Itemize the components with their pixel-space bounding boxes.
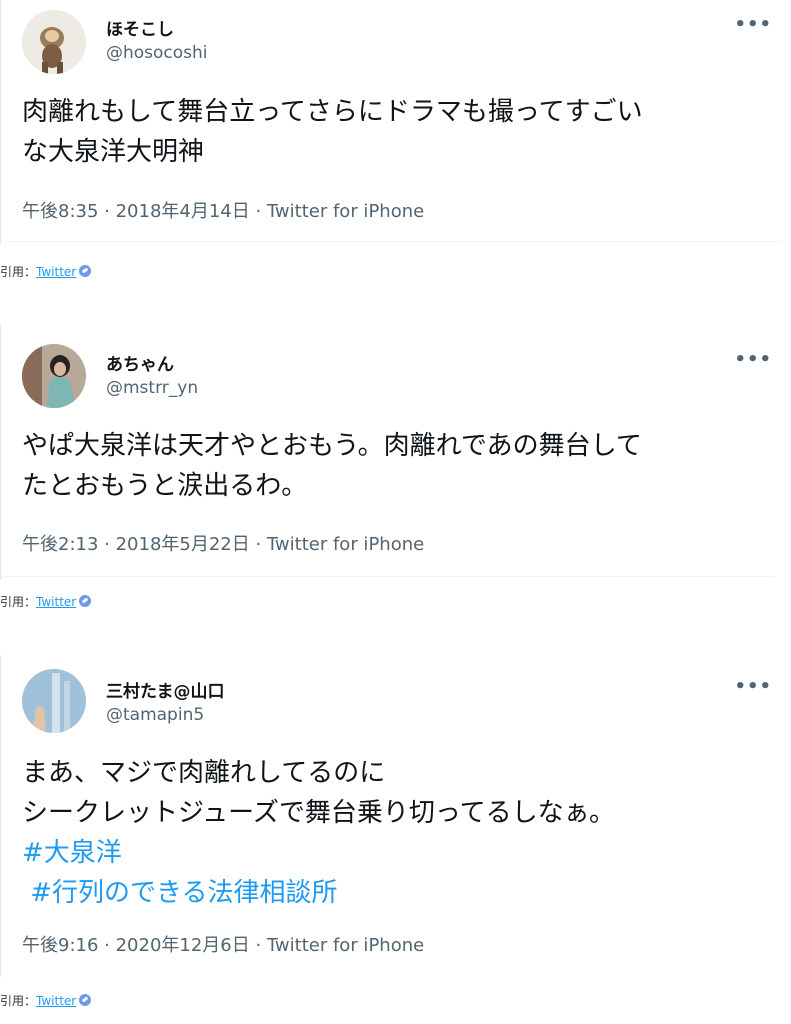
more-icon[interactable]: ••• xyxy=(734,676,772,697)
tweet-text: やぱ大泉洋は天才やとおもう。肉離れであの舞台して たとおもうと涙出るわ。 xyxy=(22,426,642,506)
twitter-link-icon xyxy=(79,265,92,277)
quote-prefix: 引用： xyxy=(0,994,37,1008)
user-handle[interactable]: @mstrr_yn xyxy=(106,378,198,398)
more-icon[interactable]: ••• xyxy=(734,349,772,370)
tweet-text: 肉離れもして舞台立ってさらにドラマも撮ってすごい な大泉洋大明神 xyxy=(22,92,643,172)
user-handle[interactable]: @hosocoshi xyxy=(106,43,208,63)
card-border xyxy=(0,655,1,977)
tweet-card-2: あちゃん @mstrr_yn ••• やぱ大泉洋は天才やとおもう。肉離れであの舞… xyxy=(0,325,786,580)
quote-source: 引用：Twitter xyxy=(0,992,92,1009)
card-border xyxy=(0,0,1,245)
quote-link[interactable]: Twitter xyxy=(36,265,76,279)
quote-source: 引用：Twitter xyxy=(0,263,92,280)
display-name[interactable]: ほそこし xyxy=(106,15,174,40)
user-handle[interactable]: @tamapin5 xyxy=(106,705,204,725)
avatar[interactable] xyxy=(22,344,86,408)
hashtag-link[interactable]: #行列のできる法律相談所 xyxy=(22,873,615,913)
tweet-card-3: 三村たま@山口 @tamapin5 ••• まあ、マジで肉離れしてるのに シーク… xyxy=(0,655,786,977)
divider xyxy=(0,241,782,242)
twitter-link-icon xyxy=(79,595,92,607)
tweet-text-line: やぱ大泉洋は天才やとおもう。肉離れであの舞台して xyxy=(22,431,642,461)
tweet-timestamp[interactable]: 午後8:35 · 2018年4月14日 · Twitter for iPhone xyxy=(22,197,424,223)
more-icon[interactable]: ••• xyxy=(734,14,772,35)
tweet-text-line: な大泉洋大明神 xyxy=(22,137,205,167)
card-border xyxy=(0,325,1,580)
tweet-timestamp[interactable]: 午後2:13 · 2018年5月22日 · Twitter for iPhone xyxy=(22,530,424,556)
quote-link[interactable]: Twitter xyxy=(36,994,76,1008)
display-name[interactable]: あちゃん xyxy=(106,350,174,375)
tweet-text-line: 肉離れもして舞台立ってさらにドラマも撮ってすごい xyxy=(22,97,643,127)
twitter-link-icon xyxy=(79,994,92,1006)
quote-prefix: 引用： xyxy=(0,595,37,609)
tweet-timestamp[interactable]: 午後9:16 · 2020年12月6日 · Twitter for iPhone xyxy=(22,931,424,957)
quote-source: 引用：Twitter xyxy=(0,593,92,610)
tweet-text-line: まあ、マジで肉離れしてるのに xyxy=(22,758,386,788)
tweet-text: まあ、マジで肉離れしてるのに シークレットジューズで舞台乗り切ってるしなぁ。 #… xyxy=(22,753,615,913)
tweet-card-1: ほそこし @hosocoshi ••• 肉離れもして舞台立ってさらにドラマも撮っ… xyxy=(0,0,786,245)
avatar[interactable] xyxy=(22,669,86,733)
display-name[interactable]: 三村たま@山口 xyxy=(106,677,225,702)
divider xyxy=(0,576,774,577)
tweet-text-line: たとおもうと涙出るわ。 xyxy=(22,471,308,501)
avatar[interactable] xyxy=(22,10,86,74)
tweet-text-line: シークレットジューズで舞台乗り切ってるしなぁ。 xyxy=(22,798,616,828)
hashtag-link[interactable]: #大泉洋 xyxy=(22,833,615,873)
quote-link[interactable]: Twitter xyxy=(36,595,76,609)
quote-prefix: 引用： xyxy=(0,265,37,279)
